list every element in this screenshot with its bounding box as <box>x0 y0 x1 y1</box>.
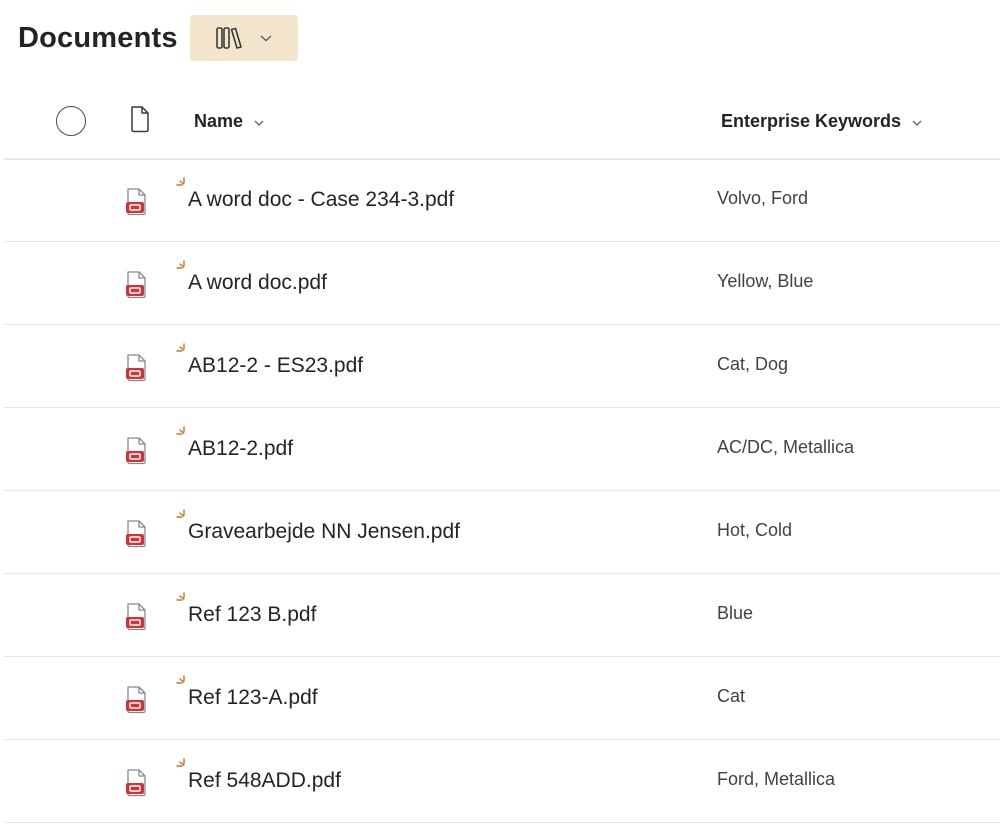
chevron-down-icon <box>253 111 265 132</box>
view-switcher-button[interactable] <box>189 15 298 61</box>
chevron-down-icon <box>259 33 273 43</box>
file-name-link[interactable]: Ref 123-A.pdf <box>188 686 318 710</box>
list-item[interactable]: AB12-2.pdf AC/DC, Metallica <box>4 409 1000 491</box>
list-item[interactable]: Ref 123 B.pdf Blue <box>4 575 1000 657</box>
enterprise-keywords-cell: Volvo, Ford <box>717 188 809 208</box>
list-item[interactable]: A word doc.pdf Yellow, Blue <box>4 243 1000 325</box>
select-all-checkbox[interactable] <box>56 106 86 136</box>
enterprise-keywords-cell: Cat <box>717 686 746 706</box>
list-item[interactable]: Gravearbejde NN Jensen.pdf Hot, Cold <box>4 492 1000 574</box>
document-list: A word doc - Case 234-3.pdf Volvo, Ford … <box>4 160 1000 824</box>
enterprise-keywords-cell: AC/DC, Metallica <box>717 437 855 457</box>
pdf-icon <box>124 768 150 803</box>
enterprise-keywords-cell: Hot, Cold <box>717 520 793 540</box>
file-name-link[interactable]: AB12-2.pdf <box>188 437 293 461</box>
page-title: Documents <box>18 21 178 54</box>
list-item[interactable]: Ref 548ADD.pdf Ford, Metallica <box>4 741 1000 823</box>
enterprise-keywords-cell: Blue <box>717 603 754 623</box>
pdf-icon <box>124 519 150 554</box>
column-header-enterprise-keywords[interactable]: Enterprise Keywords <box>721 108 923 134</box>
column-header-keywords-label: Enterprise Keywords <box>721 110 902 131</box>
pdf-icon <box>124 353 150 388</box>
file-name-link[interactable]: Gravearbejde NN Jensen.pdf <box>188 520 460 544</box>
pdf-icon <box>124 436 150 471</box>
pdf-icon <box>124 602 150 637</box>
pdf-icon <box>124 270 150 305</box>
list-header: Name Enterprise Keywords <box>4 82 1000 160</box>
file-name-link[interactable]: A word doc - Case 234-3.pdf <box>188 188 454 212</box>
enterprise-keywords-cell: Ford, Metallica <box>717 769 836 789</box>
file-name-link[interactable]: Ref 123 B.pdf <box>188 603 316 627</box>
pdf-icon <box>124 685 150 720</box>
pdf-icon <box>124 187 150 222</box>
list-item[interactable]: Ref 123-A.pdf Cat <box>4 658 1000 740</box>
file-type-icon[interactable] <box>129 105 151 138</box>
file-name-link[interactable]: Ref 548ADD.pdf <box>188 769 341 793</box>
column-header-name[interactable]: Name <box>194 108 265 134</box>
list-item[interactable]: AB12-2 - ES23.pdf Cat, Dog <box>4 326 1000 408</box>
enterprise-keywords-cell: Cat, Dog <box>717 354 789 374</box>
library-icon <box>215 25 245 51</box>
chevron-down-icon <box>911 111 923 132</box>
column-header-name-label: Name <box>194 110 244 131</box>
file-name-link[interactable]: A word doc.pdf <box>188 271 327 295</box>
list-item[interactable]: A word doc - Case 234-3.pdf Volvo, Ford <box>4 160 1000 242</box>
file-name-link[interactable]: AB12-2 - ES23.pdf <box>188 354 363 378</box>
title-bar: Documents <box>18 14 298 62</box>
enterprise-keywords-cell: Yellow, Blue <box>717 271 814 291</box>
